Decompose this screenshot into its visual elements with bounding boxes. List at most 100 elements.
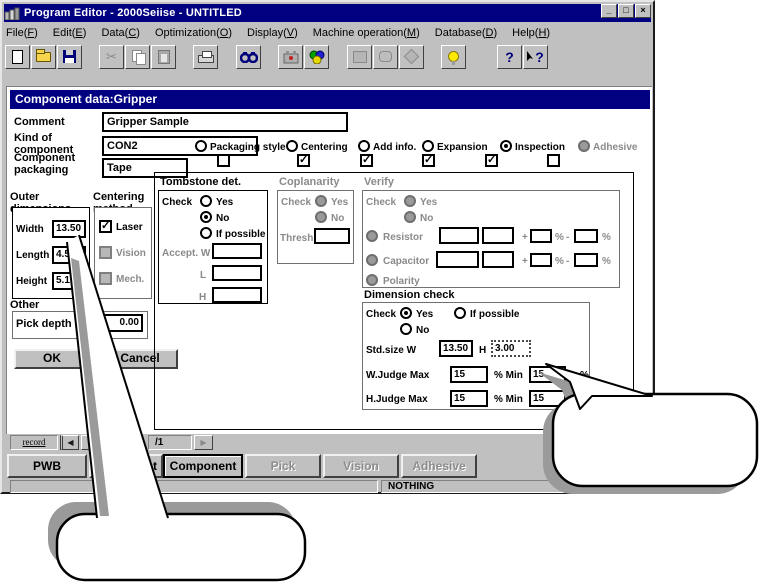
accept-l-input[interactable]	[212, 265, 262, 281]
polarity-radio[interactable]	[366, 274, 378, 286]
title-bar[interactable]: Program Editor - 2000Seiise - UNTITLED	[4, 4, 651, 22]
accept-h-input[interactable]	[212, 287, 262, 303]
resistor-input-1[interactable]	[439, 227, 479, 244]
dim-ifpossible-radio[interactable]	[454, 307, 466, 319]
menu-display[interactable]: Display(V)	[247, 27, 298, 39]
paste-button[interactable]	[151, 45, 176, 69]
capacitor-minus-pct-input[interactable]	[574, 253, 598, 267]
std-size-h-input[interactable]: 3.00	[491, 340, 531, 357]
board-view-button[interactable]	[347, 45, 372, 69]
context-help-button[interactable]: ?	[523, 45, 548, 69]
cursor-arrow-icon	[527, 51, 534, 62]
verify-yes-label: Yes	[420, 197, 437, 208]
maximize-button[interactable]: □	[618, 4, 634, 18]
resistor-input-2[interactable]	[482, 227, 514, 244]
capacitor-input-2[interactable]	[482, 251, 514, 268]
tab-pwb[interactable]: PWB	[7, 454, 87, 478]
parts-button[interactable]	[304, 45, 329, 69]
verify-yes-radio[interactable]	[404, 195, 416, 207]
dim-no-radio[interactable]	[400, 323, 412, 335]
help-button[interactable]: ?	[497, 45, 522, 69]
tip-button[interactable]	[441, 45, 466, 69]
capacitor-plus-pct-input[interactable]	[530, 253, 552, 267]
h-judge-pct: %	[580, 394, 589, 405]
length-input[interactable]: 4.50	[52, 246, 86, 264]
pick-depth-input[interactable]: 0.00	[95, 314, 143, 332]
menu-data[interactable]: Data(C)	[101, 27, 140, 39]
dim-yes-radio[interactable]	[400, 307, 412, 319]
height-input[interactable]: 5.19	[52, 272, 86, 290]
verify-no-radio[interactable]	[404, 211, 416, 223]
tombstone-no-radio[interactable]	[200, 211, 212, 223]
checkbox-packaging-style[interactable]	[217, 154, 230, 167]
coplanarity-no-radio[interactable]	[315, 211, 327, 223]
capacitor-input-1[interactable]	[436, 251, 479, 268]
w-judge-min-input[interactable]: 15	[529, 366, 566, 383]
package-view-button[interactable]	[399, 45, 424, 69]
comment-input[interactable]: Gripper Sample	[102, 112, 348, 132]
std-size-h-label: H	[479, 345, 486, 356]
tab-vision[interactable]: Vision	[323, 454, 399, 478]
component-packaging-label: Component packaging	[14, 152, 94, 176]
tab-mount[interactable]: Mount	[89, 454, 163, 478]
capacitor-radio[interactable]	[366, 254, 378, 266]
vision-checkbox[interactable]	[99, 246, 112, 259]
menu-edit[interactable]: Edit(E)	[53, 27, 87, 39]
new-button[interactable]	[5, 45, 30, 69]
radio-inspection[interactable]	[500, 140, 512, 152]
close-button[interactable]: ×	[635, 4, 651, 18]
tombstone-yes-radio[interactable]	[200, 195, 212, 207]
width-input[interactable]: 13.50	[52, 220, 86, 238]
save-button[interactable]	[57, 45, 82, 69]
other-title: Other	[10, 299, 39, 311]
checkbox-centering[interactable]: ✓	[297, 154, 310, 167]
record-number-input[interactable]	[102, 435, 132, 450]
record-first-button[interactable]: ◀	[60, 435, 79, 450]
ok-button[interactable]: OK	[14, 349, 90, 369]
record-prev-button[interactable]: ◀	[81, 435, 100, 450]
tombstone-ifpossible-radio[interactable]	[200, 227, 212, 239]
record-next-button[interactable]: ▶	[194, 435, 213, 450]
tab-component[interactable]: Component	[163, 454, 243, 478]
hand-tool-button[interactable]	[373, 45, 398, 69]
w-judge-max-input[interactable]: 15	[450, 366, 488, 383]
resistor-plus-pct-input[interactable]	[530, 229, 552, 243]
resistor-radio[interactable]	[366, 230, 378, 242]
find-button[interactable]	[236, 45, 261, 69]
thresh-input[interactable]	[314, 228, 350, 244]
cut-button[interactable]: ✂	[99, 45, 124, 69]
radio-centering[interactable]	[286, 140, 298, 152]
menu-optimization[interactable]: Optimization(O)	[155, 27, 232, 39]
minimize-button[interactable]: _	[601, 4, 617, 18]
checkbox-inspection[interactable]: ✓	[485, 154, 498, 167]
radio-add-info[interactable]	[358, 140, 370, 152]
polarity-label: Polarity	[383, 276, 420, 287]
checkbox-adhesive[interactable]	[547, 154, 560, 167]
mech-checkbox[interactable]	[99, 272, 112, 285]
menu-file[interactable]: File(F)	[6, 27, 38, 39]
menu-help[interactable]: Help(H)	[512, 27, 550, 39]
print-button[interactable]	[193, 45, 218, 69]
tab-pick[interactable]: Pick	[245, 454, 321, 478]
checkbox-expansion[interactable]: ✓	[422, 154, 435, 167]
coplanarity-yes-radio[interactable]	[315, 195, 327, 207]
machine-icon	[283, 50, 299, 64]
h-judge-max-input[interactable]: 15	[450, 390, 488, 407]
machine-button[interactable]	[278, 45, 303, 69]
open-button[interactable]	[31, 45, 56, 69]
callout-left-bubble	[57, 514, 305, 580]
radio-adhesive[interactable]	[578, 140, 590, 152]
copy-button[interactable]	[125, 45, 150, 69]
std-size-w-input[interactable]: 13.50	[439, 340, 473, 357]
tab-adhesive[interactable]: Adhesive	[401, 454, 477, 478]
menu-database[interactable]: Database(D)	[435, 27, 497, 39]
menu-machine-operation[interactable]: Machine operation(M)	[313, 27, 420, 39]
dim-yes-label: Yes	[416, 309, 433, 320]
radio-packaging-style[interactable]	[195, 140, 207, 152]
checkbox-add-info[interactable]: ✓	[360, 154, 373, 167]
h-judge-min-input[interactable]: 15	[529, 390, 566, 407]
accept-w-input[interactable]	[212, 243, 262, 259]
laser-checkbox[interactable]: ✓	[99, 220, 112, 233]
resistor-minus-pct-input[interactable]	[574, 229, 598, 243]
radio-expansion[interactable]	[422, 140, 434, 152]
